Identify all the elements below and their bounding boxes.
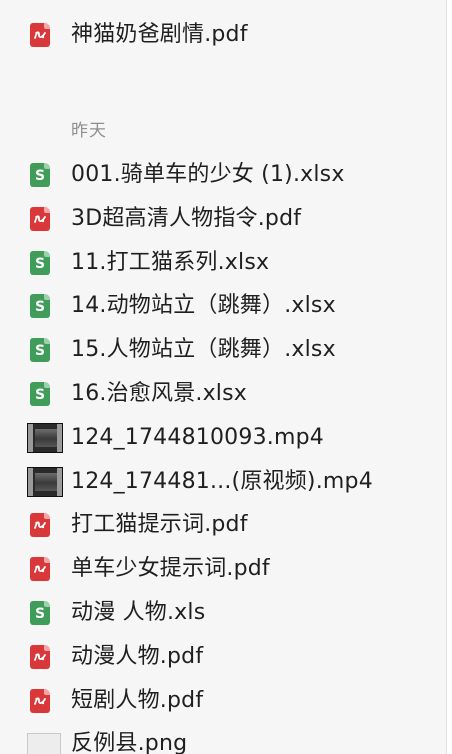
spreadsheet-icon: S <box>30 601 50 625</box>
pdf-icon <box>30 23 50 47</box>
file-row-sheet[interactable]: S 001.骑单车的少女 (1).xlsx <box>0 155 440 195</box>
file-name: 短剧人物.pdf <box>71 687 204 713</box>
file-row-pdf[interactable]: 3D超高清人物指令.pdf <box>0 199 440 239</box>
group-header-yesterday: 昨天 <box>71 121 107 141</box>
pdf-icon <box>30 644 50 669</box>
scroll-area-edge <box>447 0 452 754</box>
file-row-pdf[interactable]: 短剧人物.pdf <box>0 681 440 721</box>
file-row-sheet[interactable]: S 动漫 人物.xls <box>0 593 440 633</box>
pdf-icon <box>30 513 50 538</box>
file-row-sheet[interactable]: S 15.人物站立（跳舞）.xlsx <box>0 330 440 370</box>
sheet-letter: S <box>34 255 46 272</box>
file-row-sheet[interactable]: S 16.治愈风景.xlsx <box>0 374 440 414</box>
file-row-png[interactable]: 反例县.png <box>0 724 440 754</box>
file-row-video[interactable]: 124_1744810093.mp4 <box>0 418 440 458</box>
file-name: 11.打工猫系列.xlsx <box>71 249 270 275</box>
sheet-letter: S <box>34 343 46 360</box>
file-row-video[interactable]: 124_174481...(原视频).mp4 <box>0 462 440 502</box>
image-thumbnail-icon <box>27 733 61 754</box>
file-row-pdf[interactable]: 动漫人物.pdf <box>0 637 440 677</box>
spreadsheet-icon: S <box>30 294 50 319</box>
file-name: 3D超高清人物指令.pdf <box>71 205 302 231</box>
file-name: 15.人物站立（跳舞）.xlsx <box>71 337 336 363</box>
file-name: 打工猫提示词.pdf <box>71 512 248 538</box>
video-thumbnail-icon <box>27 422 63 453</box>
pdf-icon <box>30 206 50 231</box>
file-row-sheet[interactable]: S 11.打工猫系列.xlsx <box>0 243 440 283</box>
spreadsheet-icon: S <box>30 250 50 275</box>
spreadsheet-icon: S <box>30 163 50 187</box>
sheet-letter: S <box>34 299 46 316</box>
file-name: 124_174481...(原视频).mp4 <box>71 468 373 494</box>
file-name: 反例县.png <box>71 731 188 754</box>
sheet-letter: S <box>34 168 46 184</box>
spreadsheet-icon: S <box>30 382 50 406</box>
sheet-letter: S <box>34 606 46 622</box>
file-name: 动漫人物.pdf <box>71 643 204 669</box>
pdf-icon <box>30 557 50 582</box>
file-name: 16.治愈风景.xlsx <box>71 381 247 406</box>
file-row-pdf[interactable]: 神猫奶爸剧情.pdf <box>0 15 440 55</box>
sheet-letter: S <box>34 387 46 403</box>
pdf-icon <box>30 688 50 713</box>
file-row-sheet[interactable]: S 14.动物站立（跳舞）.xlsx <box>0 286 440 326</box>
video-thumbnail-icon <box>27 466 63 497</box>
file-row-pdf[interactable]: 单车少女提示词.pdf <box>0 549 440 589</box>
file-name: 001.骑单车的少女 (1).xlsx <box>71 162 345 187</box>
file-name: 124_1744810093.mp4 <box>71 424 324 450</box>
spreadsheet-icon: S <box>30 338 50 363</box>
file-list-panel: 神猫奶爸剧情.pdf 昨天 S 001.骑单车的少女 (1).xlsx 3D超高清人… <box>0 0 447 754</box>
file-name: 单车少女提示词.pdf <box>71 556 270 582</box>
file-row-pdf[interactable]: 打工猫提示词.pdf <box>0 505 440 545</box>
file-name: 14.动物站立（跳舞）.xlsx <box>71 293 336 319</box>
file-name: 动漫 人物.xls <box>71 600 206 625</box>
file-name: 神猫奶爸剧情.pdf <box>71 22 248 47</box>
